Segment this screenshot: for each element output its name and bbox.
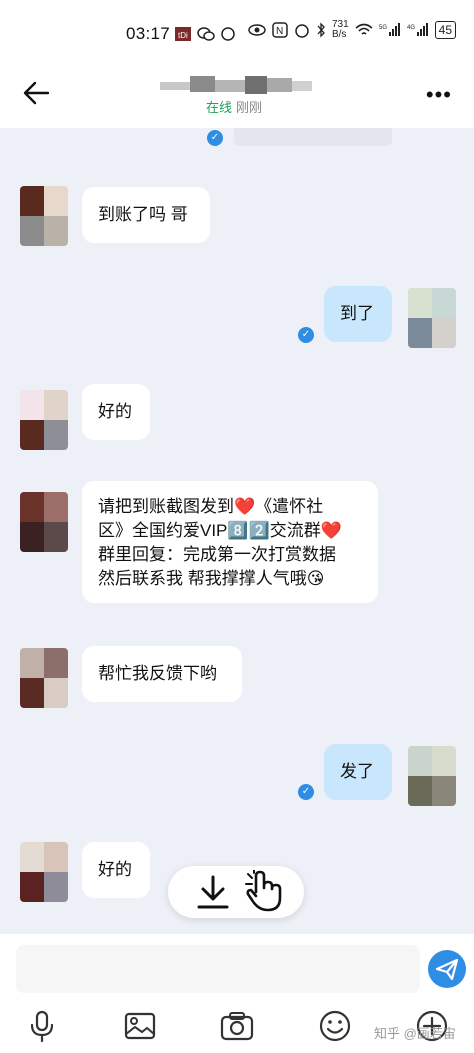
bluetooth-icon	[317, 22, 325, 38]
message-text: 到账了吗 哥	[98, 205, 188, 224]
contact-avatar[interactable]	[20, 842, 68, 902]
chat-header: 在线 刚刚 •••	[0, 66, 474, 128]
status-time: 03:17	[126, 24, 171, 43]
hand-pointer-icon[interactable]	[244, 870, 286, 914]
previous-message-card[interactable]	[234, 128, 392, 146]
network-speed-unit: B/s	[331, 29, 347, 40]
download-pill[interactable]	[168, 866, 304, 918]
message-bubble-incoming[interactable]: 请把到账截图发到❤️《遣怀社 区》全国约爱VIP8️⃣2️⃣交流群❤️ 群里回复…	[82, 481, 378, 603]
sync-icon	[221, 27, 235, 41]
read-check-icon: ✓	[298, 327, 314, 343]
status-system-icons: N 731 B/s 5G 4G 45	[248, 20, 456, 40]
svg-text:tDi: tDi	[178, 31, 188, 40]
svg-text:4G: 4G	[407, 25, 415, 31]
image-icon[interactable]	[122, 1008, 158, 1044]
last-seen: 刚刚	[236, 100, 263, 115]
contact-presence: 在线 刚刚	[206, 97, 262, 116]
message-text: 到了	[340, 304, 374, 323]
message-text-line: 然后联系我 帮我撑撑人气哦😘	[98, 569, 325, 588]
own-avatar[interactable]	[408, 746, 456, 806]
emoji-icon[interactable]	[317, 1008, 353, 1044]
send-icon	[435, 958, 459, 981]
message-text-line: 群里回复：完成第一次打赏数据	[98, 545, 336, 564]
message-thread[interactable]: ✓ 到账了吗 哥 ✓ 到了 好的 请把到账截图发到❤️《遣怀社 区》全国约爱VI…	[0, 128, 474, 934]
message-bubble-incoming[interactable]: 好的	[82, 384, 150, 440]
read-check-icon: ✓	[207, 130, 223, 146]
message-bubble-outgoing[interactable]: 到了	[324, 286, 392, 342]
status-bar: 03:17 tDi N 731 B/s 5G 4G 45	[0, 0, 474, 66]
eye-icon	[248, 24, 266, 36]
message-text: 好的	[98, 402, 132, 421]
message-text: 好的	[98, 860, 132, 879]
network-speed: 731 B/s	[332, 20, 349, 40]
svg-text:5G: 5G	[379, 25, 387, 31]
wifi-icon	[355, 23, 373, 35]
message-text-line: 请把到账截图发到❤️《遣怀社	[98, 497, 324, 516]
svg-text:N: N	[276, 26, 283, 37]
microphone-icon[interactable]	[24, 1008, 60, 1044]
status-notification-icons: tDi	[174, 22, 236, 46]
message-text: 发了	[340, 762, 374, 781]
online-status: 在线	[206, 100, 233, 115]
nfc-icon: N	[272, 22, 288, 38]
message-text: 帮忙我反馈下哟	[98, 664, 217, 683]
app-notification-icon: tDi	[175, 27, 191, 41]
own-avatar[interactable]	[408, 288, 456, 348]
contact-avatar[interactable]	[20, 186, 68, 246]
contact-name-redacted	[160, 76, 312, 94]
more-options-button[interactable]: •••	[426, 82, 452, 108]
alarm-icon	[295, 24, 309, 38]
message-input[interactable]	[16, 945, 420, 993]
read-check-icon: ✓	[298, 784, 314, 800]
contact-avatar[interactable]	[20, 492, 68, 552]
message-bubble-incoming[interactable]: 帮忙我反馈下哟	[82, 646, 242, 702]
wechat-icon	[197, 27, 215, 41]
message-text-line: 区》全国约爱VIP8️⃣2️⃣交流群❤️	[98, 521, 342, 540]
message-bubble-outgoing[interactable]: 发了	[324, 744, 392, 800]
message-composer	[0, 934, 474, 998]
watermark: 知乎 @画若宙	[374, 1026, 456, 1041]
message-bubble-incoming[interactable]: 到账了吗 哥	[82, 187, 210, 243]
contact-avatar[interactable]	[20, 390, 68, 450]
download-icon[interactable]	[194, 874, 232, 910]
message-bubble-incoming[interactable]: 好的	[82, 842, 150, 898]
attachment-toolbar: 知乎 @画若宙	[0, 998, 474, 1053]
send-button[interactable]	[428, 950, 466, 988]
camera-icon[interactable]	[219, 1008, 255, 1044]
battery-indicator: 45	[434, 21, 456, 39]
back-arrow-icon[interactable]	[18, 78, 54, 108]
signal-5g-icon: 5G	[379, 23, 400, 36]
signal-4g-icon: 4G	[407, 23, 428, 36]
contact-avatar[interactable]	[20, 648, 68, 708]
